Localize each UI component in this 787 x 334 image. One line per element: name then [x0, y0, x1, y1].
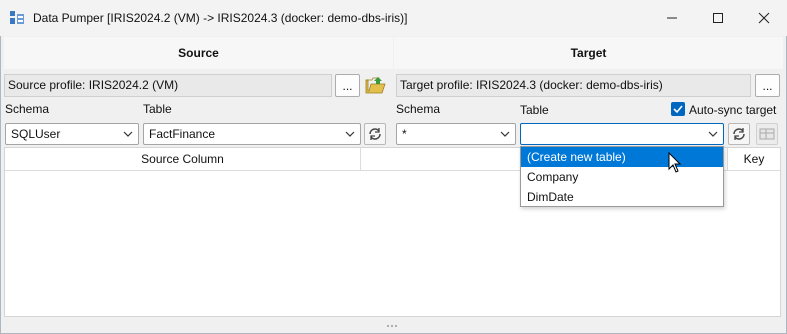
source-table-label: Table: [143, 102, 172, 116]
target-table-select[interactable]: [520, 123, 724, 145]
refresh-icon: [369, 128, 381, 140]
target-table-label: Table: [520, 103, 549, 117]
target-schema-value: *: [402, 127, 407, 141]
window-title: Data Pumper [IRIS2024.2 (VM) -> IRIS2024…: [33, 11, 408, 25]
source-table-select[interactable]: FactFinance: [143, 123, 361, 145]
source-schema-select[interactable]: SQLUser: [5, 123, 139, 145]
table-edit-icon: [759, 128, 775, 140]
target-schema-label: Schema: [396, 102, 441, 116]
target-refresh-button[interactable]: [728, 123, 750, 145]
chevron-down-icon: [708, 131, 718, 137]
minimize-icon: [667, 17, 677, 19]
maximize-icon: [713, 13, 723, 23]
refresh-icon: [733, 128, 745, 140]
dropdown-option-company[interactable]: Company: [521, 167, 723, 187]
auto-sync-checkbox[interactable]: [671, 102, 685, 116]
open-folder-icon: [365, 77, 386, 94]
source-schema-label: Schema: [5, 102, 50, 116]
auto-sync-label[interactable]: Auto-sync target: [689, 103, 776, 117]
chevron-down-icon: [123, 131, 133, 137]
checkmark-icon: [673, 105, 683, 114]
minimize-button[interactable]: [649, 0, 695, 36]
mouse-cursor-icon: [668, 151, 682, 174]
source-profile-field: Source profile: IRIS2024.2 (VM): [4, 74, 332, 97]
column-header-source[interactable]: Source Column: [5, 148, 361, 171]
chevron-down-icon: [345, 131, 355, 137]
target-profile-field: Target profile: IRIS2024.3 (docker: demo…: [396, 74, 751, 97]
splitter-grip-icon[interactable]: [385, 318, 401, 327]
dropdown-option-create-new-table[interactable]: (Create new table): [521, 147, 723, 167]
target-profile-browse-button[interactable]: ...: [755, 74, 780, 97]
data-pumper-app-icon: [9, 10, 25, 26]
target-header: Target: [394, 37, 783, 69]
close-icon: [758, 12, 770, 24]
source-open-folder-button[interactable]: [363, 73, 388, 97]
close-button[interactable]: [741, 0, 787, 36]
column-header-key[interactable]: Key: [728, 148, 780, 171]
target-schema-select[interactable]: *: [396, 123, 516, 145]
chevron-down-icon: [500, 131, 510, 137]
source-profile-browse-button[interactable]: ...: [335, 74, 360, 97]
source-schema-value: SQLUser: [11, 127, 61, 141]
source-refresh-button[interactable]: [364, 123, 386, 145]
source-header: Source: [4, 37, 393, 69]
maximize-button[interactable]: [695, 0, 741, 36]
target-create-table-button[interactable]: [756, 123, 778, 145]
source-table-value: FactFinance: [149, 127, 216, 141]
dropdown-option-dimdate[interactable]: DimDate: [521, 187, 723, 207]
